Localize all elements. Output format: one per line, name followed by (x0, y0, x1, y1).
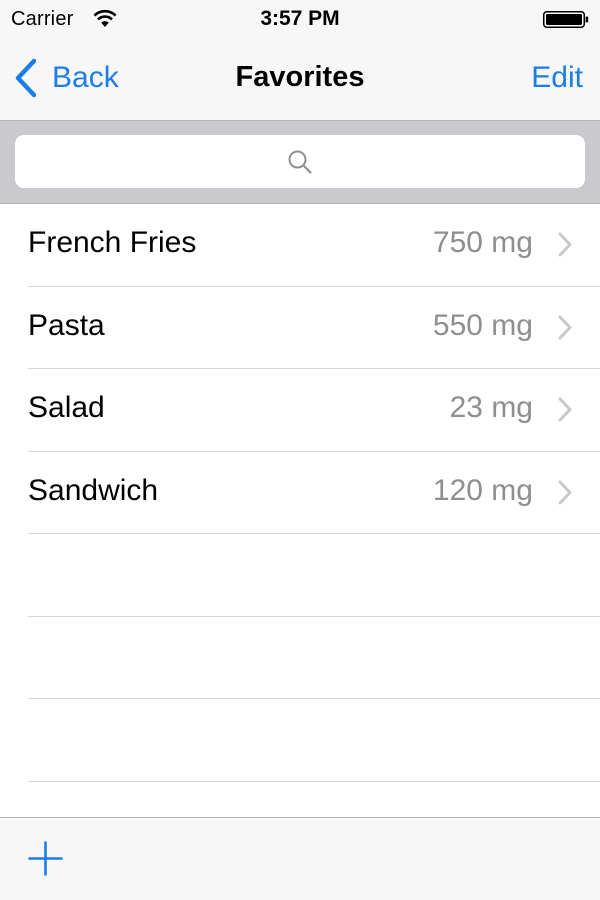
empty-row (0, 699, 600, 782)
clock: 3:57 PM (260, 7, 340, 30)
item-value: 120 mg (432, 473, 533, 507)
empty-row (0, 534, 600, 617)
item-value: 23 mg (449, 391, 533, 424)
table-row-sandwich[interactable]: Sandwich 120 mg (0, 452, 600, 535)
item-name: Sandwich (28, 473, 159, 507)
item-name: French Fries (28, 226, 197, 259)
chevron-right-icon (558, 480, 572, 504)
plus-icon[interactable] (28, 841, 63, 876)
search-field[interactable] (15, 135, 585, 188)
search-bar (0, 120, 600, 204)
table-row-pasta[interactable]: Pasta 550 mg (0, 287, 600, 370)
page-title: Favorites (235, 61, 365, 93)
item-value: 550 mg (432, 308, 533, 342)
favorites-table: French Fries 750 mg Pasta 550 mg Salad 2… (0, 204, 600, 864)
chevron-right-icon (558, 397, 572, 422)
item-name: Pasta (28, 308, 105, 342)
item-name: Salad (28, 391, 105, 424)
chevron-right-icon (558, 315, 572, 339)
battery-icon (543, 11, 589, 28)
bottom-toolbar (0, 817, 600, 900)
item-value: 750 mg (432, 226, 533, 259)
table-row-salad[interactable]: Salad 23 mg (0, 369, 600, 452)
empty-row (0, 617, 600, 700)
search-input[interactable] (15, 135, 585, 188)
chevron-right-icon (558, 232, 572, 257)
navigation-bar: Back Favorites Edit (0, 40, 600, 120)
edit-button[interactable]: Edit (531, 61, 583, 95)
status-bar: Carrier 3:57 PM (0, 0, 600, 40)
table-row-french-fries[interactable]: French Fries 750 mg (0, 204, 600, 287)
